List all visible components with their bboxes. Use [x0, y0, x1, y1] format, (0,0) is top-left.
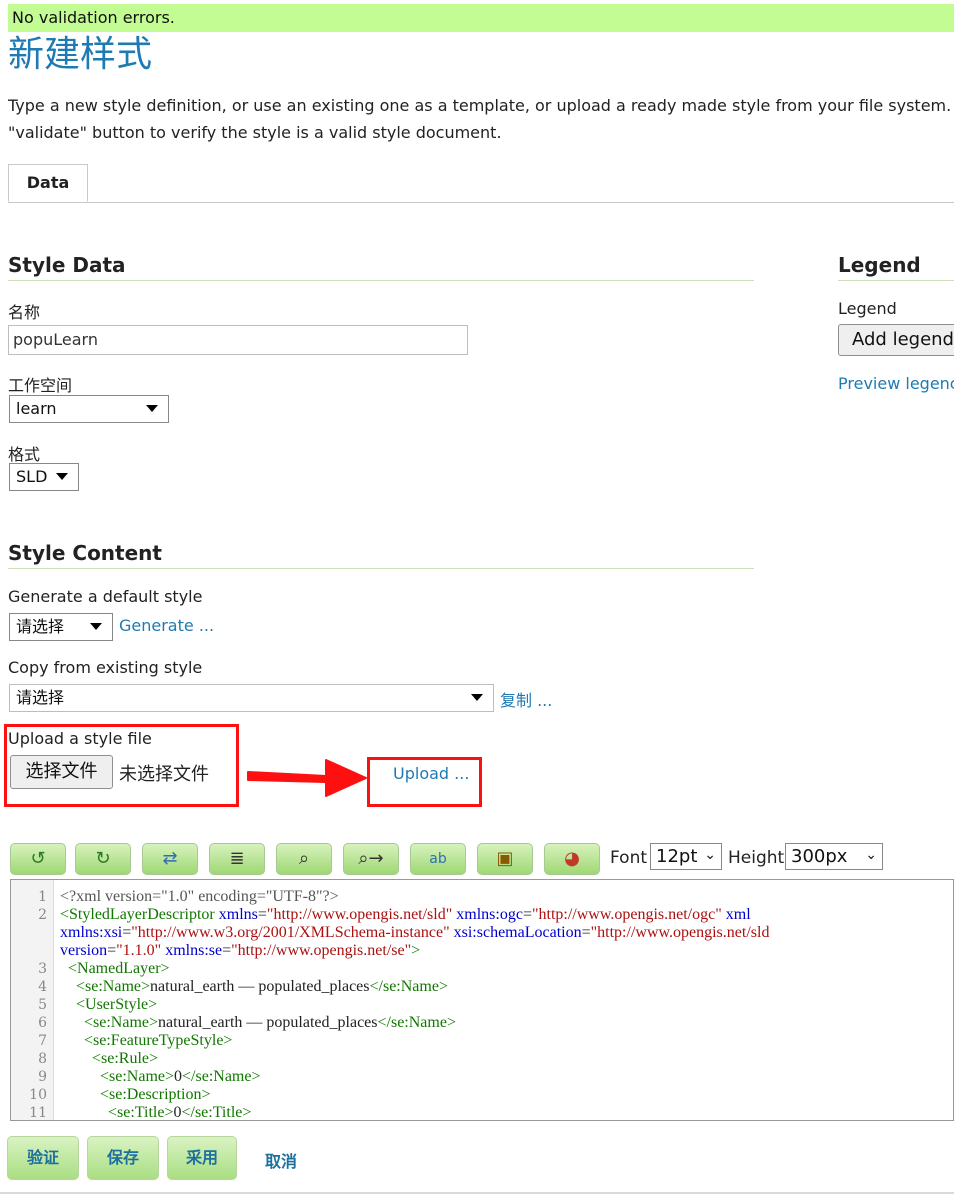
code-line: <StyledLayerDescriptor xmlns="http://www…: [60, 906, 751, 923]
preview-legend-link[interactable]: Preview legenc: [838, 374, 954, 393]
format-label: 格式: [8, 445, 41, 464]
copy-select-value: 请选择: [16, 688, 65, 707]
chevron-down-icon: [90, 623, 102, 630]
line-number: 3: [38, 961, 47, 977]
line-number: 11: [29, 1105, 47, 1121]
intro-text: Type a new style definition, or use an e…: [8, 92, 954, 146]
generate-link[interactable]: Generate ...: [119, 616, 214, 635]
code-line: <se:Name>natural_earth — populated_place…: [84, 1014, 456, 1031]
height-select[interactable]: 300px ⌄: [785, 843, 883, 870]
copy-label: Copy from existing style: [8, 658, 203, 677]
chevron-down-icon: ⌄: [704, 847, 716, 863]
code-line: <se:Description>: [100, 1086, 211, 1103]
font-label: Font: [610, 848, 648, 868]
style-content-heading: Style Content: [8, 541, 162, 565]
tab-bar: Data: [8, 164, 954, 203]
reindent-button[interactable]: ≣: [209, 843, 265, 875]
chevron-down-icon: [56, 473, 68, 480]
workspace-select[interactable]: learn: [9, 395, 169, 423]
undo-button[interactable]: ↺: [10, 843, 66, 875]
workspace-select-value: learn: [16, 399, 57, 418]
footer-divider: [0, 1192, 954, 1194]
palette-icon: ◕: [564, 848, 580, 869]
line-number-gutter: 1 2 3 4 5 6 7 8 9 10 11: [11, 880, 54, 1120]
height-label: Height: [728, 848, 785, 868]
find-next-icon: ⌕→: [358, 848, 384, 869]
no-file-chosen-text: 未选择文件: [119, 764, 209, 785]
format-icon: ab: [429, 851, 447, 867]
cancel-link[interactable]: 取消: [265, 1148, 297, 1172]
style-code-editor[interactable]: 1 2 3 4 5 6 7 8 9 10 11 <?xml version="1…: [10, 879, 954, 1121]
line-number: 2: [38, 907, 47, 923]
legend-label: Legend: [838, 299, 897, 318]
line-number: 4: [38, 979, 47, 995]
choose-file-button[interactable]: 选择文件: [10, 755, 113, 789]
search-replace-button[interactable]: ⇄: [142, 843, 198, 875]
save-button[interactable]: 保存: [87, 1136, 159, 1180]
undo-icon: ↺: [30, 848, 46, 869]
line-number: 7: [38, 1033, 47, 1049]
validate-button[interactable]: 验证: [7, 1136, 79, 1180]
height-value: 300px: [791, 846, 848, 867]
code-line: <UserStyle>: [76, 996, 158, 1013]
format-select-value: SLD: [16, 467, 48, 486]
generate-select-value: 请选择: [16, 617, 65, 636]
style-data-divider: [8, 280, 754, 281]
arrow-right-icon: [247, 759, 367, 797]
name-input[interactable]: popuLearn: [8, 325, 468, 355]
chevron-down-icon: ⌄: [865, 847, 877, 863]
legend-heading: Legend: [838, 253, 921, 277]
palette-button[interactable]: ◕: [544, 843, 600, 875]
redo-button[interactable]: ↻: [75, 843, 131, 875]
page-title: 新建样式: [8, 34, 153, 75]
image-button[interactable]: ▣: [477, 843, 533, 875]
code-line: <se:Name>natural_earth — populated_place…: [76, 978, 448, 995]
code-line: <se:Title>0</se:Title>: [108, 1104, 252, 1121]
code-line: <?xml version="1.0" encoding="UTF-8"?>: [60, 888, 339, 906]
code-line: version="1.1.0" xmlns:se="http://www.ope…: [60, 942, 421, 959]
font-size-value: 12pt: [656, 846, 698, 867]
apply-button[interactable]: 采用: [167, 1136, 237, 1180]
workspace-label: 工作空间: [8, 376, 73, 395]
code-line: <se:Name>0</se:Name>: [100, 1068, 261, 1085]
upload-label: Upload a style file: [8, 729, 152, 748]
format-button[interactable]: ab: [410, 843, 466, 875]
name-label: 名称: [8, 303, 41, 322]
validation-status: No validation errors.: [8, 4, 954, 32]
search-replace-icon: ⇄: [162, 848, 178, 869]
legend-divider: [838, 280, 954, 281]
code-line: <se:FeatureTypeStyle>: [84, 1032, 233, 1049]
generate-label: Generate a default style: [8, 587, 203, 606]
intro-line-2: "validate" button to verify the style is…: [8, 123, 502, 142]
line-number: 6: [38, 1015, 47, 1031]
generate-select[interactable]: 请选择: [9, 613, 113, 641]
line-number: 1: [38, 889, 47, 905]
line-number: 8: [38, 1051, 47, 1067]
chevron-down-icon: [146, 405, 158, 412]
copy-link[interactable]: 复制 ...: [500, 687, 552, 711]
line-number: 5: [38, 997, 47, 1013]
format-select[interactable]: SLD: [9, 463, 79, 491]
style-content-divider: [8, 568, 754, 569]
code-token: <?xml version="1.0" encoding="UTF-8"?>: [60, 888, 339, 905]
intro-line-1: Type a new style definition, or use an e…: [8, 96, 954, 115]
find-next-button[interactable]: ⌕→: [343, 843, 399, 875]
reindent-icon: ≣: [229, 848, 245, 869]
copy-style-select[interactable]: 请选择: [9, 684, 494, 712]
font-size-select[interactable]: 12pt ⌄: [650, 843, 722, 870]
find-icon: ⌕: [298, 848, 310, 869]
code-line: xmlns:xsi="http://www.w3.org/2001/XMLSch…: [60, 924, 770, 941]
style-data-heading: Style Data: [8, 253, 126, 277]
find-button[interactable]: ⌕: [276, 843, 332, 875]
image-icon: ▣: [496, 848, 514, 869]
line-number: 9: [38, 1069, 47, 1085]
code-line: <se:Rule>: [92, 1050, 159, 1067]
upload-link[interactable]: Upload ...: [393, 764, 469, 783]
chevron-down-icon: [471, 694, 483, 701]
line-number: 10: [29, 1087, 47, 1103]
redo-icon: ↻: [95, 848, 111, 869]
code-line: <NamedLayer>: [68, 960, 170, 977]
add-legend-button[interactable]: Add legend: [838, 324, 954, 356]
tab-data[interactable]: Data: [8, 164, 88, 202]
